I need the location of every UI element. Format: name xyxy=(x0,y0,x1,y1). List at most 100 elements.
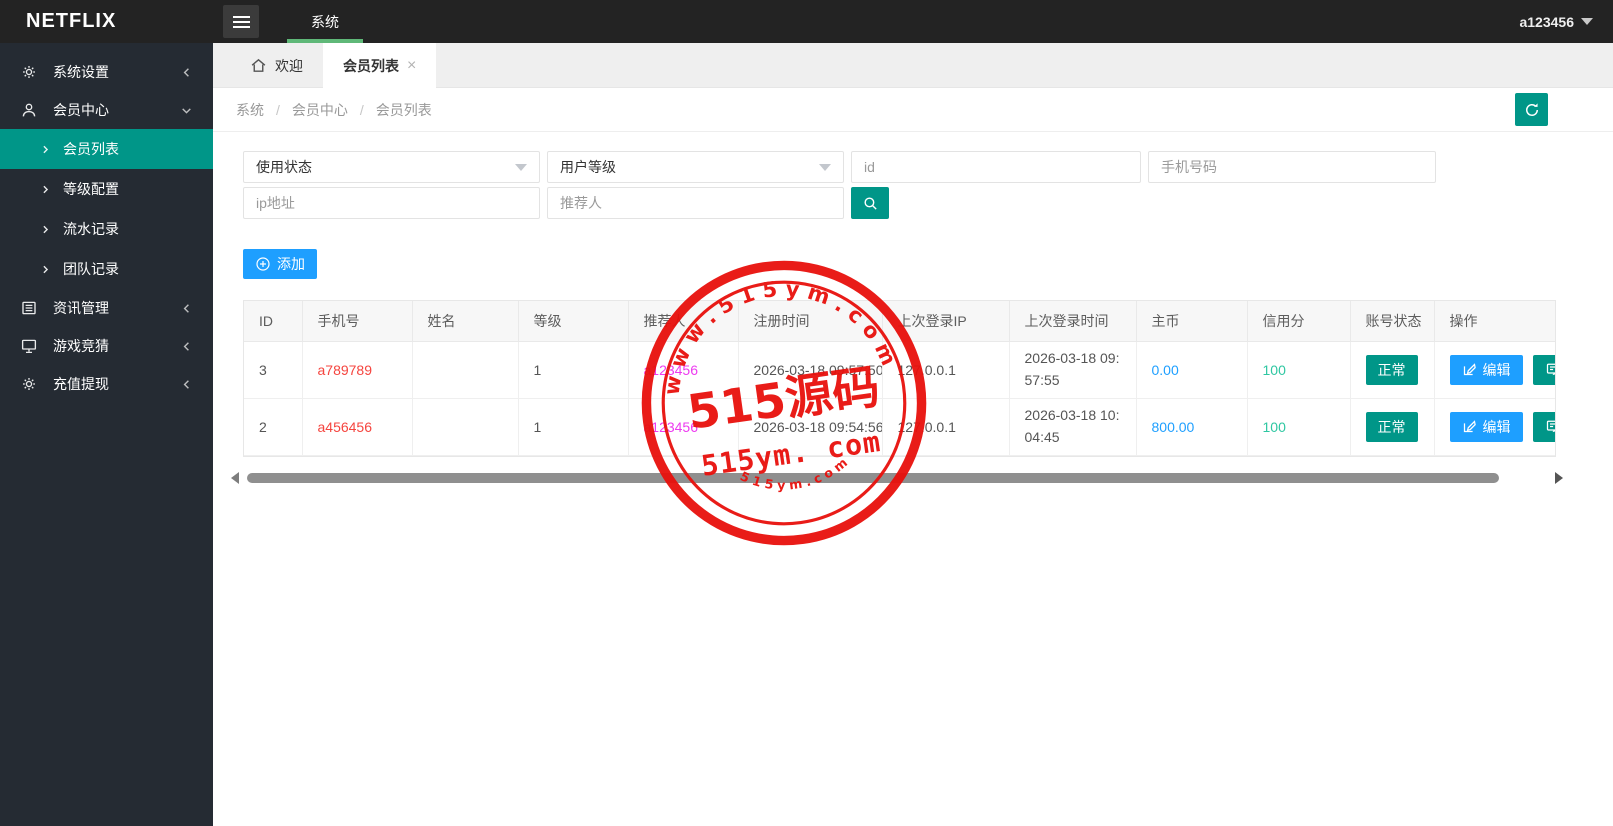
cell-id: 3 xyxy=(244,341,303,399)
sidebar-subitem-level-config[interactable]: 等级配置 xyxy=(0,169,213,209)
scrollbar-track[interactable] xyxy=(245,472,1549,483)
col-header-coin: 主币 xyxy=(1136,301,1248,342)
add-button[interactable]: 添加 xyxy=(243,249,317,279)
sidebar-subitem-label: 等级配置 xyxy=(63,181,119,197)
close-icon[interactable]: × xyxy=(407,57,416,75)
cell-referrer: a123456 xyxy=(628,341,739,399)
refresh-button[interactable] xyxy=(1515,93,1548,126)
tab-member-list[interactable]: 会员列表 × xyxy=(323,43,437,88)
sidebar-item-label: 充值提现 xyxy=(53,376,109,392)
edit-icon xyxy=(1463,420,1476,433)
tab-label: 会员列表 xyxy=(343,57,399,74)
topnav-item-system[interactable]: 系统 xyxy=(283,0,367,43)
scroll-right-arrow-icon[interactable] xyxy=(1555,471,1563,484)
scroll-left-arrow-icon[interactable] xyxy=(231,471,239,484)
col-header-reg-time: 注册时间 xyxy=(738,301,883,342)
cell-actions: 编辑 详情 xyxy=(1434,341,1555,399)
app-logo: NETFLIX xyxy=(26,10,117,32)
status-select-value: 使用状态 xyxy=(256,159,312,175)
cell-actions: 编辑 详情 xyxy=(1434,398,1555,456)
document-icon xyxy=(1546,363,1555,376)
breadcrumb-separator: / xyxy=(359,101,364,118)
member-table: ID 手机号 姓名 等级 推荐人 注册时间 上次登录IP 上次登录时间 主币 信… xyxy=(244,301,1555,456)
col-header-last-time: 上次登录时间 xyxy=(1009,301,1137,342)
main-area: 欢迎 会员列表 × 系统 / 会员中心 / 会员列表 使用状态 用户等级 id … xyxy=(213,43,1613,826)
cell-id: 2 xyxy=(244,398,303,456)
user-menu[interactable]: a123456 xyxy=(1519,14,1593,30)
cell-last-ip: 127.0.0.1 xyxy=(882,398,1010,456)
col-header-credit: 信用分 xyxy=(1247,301,1351,342)
id-input[interactable] xyxy=(851,151,1141,183)
cell-credit: 100 xyxy=(1247,341,1351,399)
cell-name xyxy=(412,398,519,456)
tab-welcome[interactable]: 欢迎 xyxy=(230,43,323,88)
member-table-wrapper: ID 手机号 姓名 等级 推荐人 注册时间 上次登录IP 上次登录时间 主币 信… xyxy=(243,300,1556,457)
document-icon xyxy=(1546,420,1555,433)
ip-input[interactable] xyxy=(243,187,540,219)
phone-input[interactable] xyxy=(1148,151,1436,183)
topbar: NETFLIX 系统 a123456 xyxy=(0,0,1613,43)
cell-reg-time: 2026-03-18 09:57:50 xyxy=(738,341,883,399)
chevron-left-icon xyxy=(183,341,189,351)
horizontal-scrollbar xyxy=(231,471,1563,484)
chevron-left-icon xyxy=(183,379,189,389)
filter-row-2 xyxy=(243,187,1613,219)
sidebar: 系统设置 会员中心 会员列表 等级配置 流水记录 团队记录 资讯管理 游戏竞猜 … xyxy=(0,43,213,826)
sidebar-item-label: 游戏竞猜 xyxy=(53,338,109,354)
cell-status: 正常 xyxy=(1350,341,1435,399)
edit-icon xyxy=(1463,363,1476,376)
edit-button[interactable]: 编辑 xyxy=(1449,354,1523,385)
cell-name xyxy=(412,341,519,399)
col-header-actions: 操作 xyxy=(1434,301,1555,342)
sidebar-subitem-team-records[interactable]: 团队记录 xyxy=(0,249,213,289)
col-header-id: ID xyxy=(244,301,303,342)
edit-button-label: 编辑 xyxy=(1482,418,1511,435)
cell-level: 1 xyxy=(518,341,629,399)
status-normal-button[interactable]: 正常 xyxy=(1365,354,1418,385)
chevron-right-icon xyxy=(43,185,49,193)
cell-reg-time: 2026-03-18 09:54:56 xyxy=(738,398,883,456)
chevron-right-icon xyxy=(43,225,49,233)
sidebar-subitem-member-list[interactable]: 会员列表 xyxy=(0,129,213,169)
cell-referrer: a123456 xyxy=(628,398,739,456)
col-header-name: 姓名 xyxy=(412,301,519,342)
level-select-value: 用户等级 xyxy=(560,159,616,175)
gear-icon xyxy=(23,66,35,78)
sidebar-item-game-guess[interactable]: 游戏竞猜 xyxy=(0,327,213,365)
breadcrumb: 系统 / 会员中心 / 会员列表 xyxy=(236,100,432,120)
status-select[interactable]: 使用状态 xyxy=(243,151,540,183)
sidebar-subitem-flow-records[interactable]: 流水记录 xyxy=(0,209,213,249)
refresh-icon xyxy=(1525,102,1538,116)
chevron-left-icon xyxy=(183,67,189,77)
breadcrumb-item-member-list: 会员列表 xyxy=(375,101,432,118)
search-button[interactable] xyxy=(851,187,889,219)
news-icon xyxy=(22,301,36,315)
level-select[interactable]: 用户等级 xyxy=(547,151,844,183)
filter-row-1: 使用状态 用户等级 xyxy=(243,151,1613,183)
sidebar-item-news-management[interactable]: 资讯管理 xyxy=(0,289,213,327)
sidebar-item-label: 资讯管理 xyxy=(53,300,109,316)
col-header-level: 等级 xyxy=(518,301,629,342)
detail-button[interactable]: 详情 xyxy=(1532,354,1555,385)
gear-icon xyxy=(23,378,35,390)
monitor-icon xyxy=(21,339,37,354)
sidebar-subitem-label: 会员列表 xyxy=(63,141,119,157)
scrollbar-thumb[interactable] xyxy=(247,472,1499,483)
sidebar-item-recharge-withdraw[interactable]: 充值提现 xyxy=(0,365,213,403)
user-icon xyxy=(22,103,36,117)
cell-phone: a456456 xyxy=(302,398,413,456)
detail-button[interactable]: 详情 xyxy=(1532,411,1555,442)
cell-phone: a789789 xyxy=(302,341,413,399)
cell-last-time: 2026-03-18 10:04:45 xyxy=(1009,398,1137,456)
sidebar-item-member-center[interactable]: 会员中心 xyxy=(0,91,213,129)
referrer-input[interactable] xyxy=(547,187,844,219)
chevron-down-icon xyxy=(819,163,831,171)
sidebar-item-system-settings[interactable]: 系统设置 xyxy=(0,53,213,91)
breadcrumb-item-member-center: 会员中心 xyxy=(291,101,348,118)
status-normal-button[interactable]: 正常 xyxy=(1365,411,1418,442)
hamburger-menu-icon[interactable] xyxy=(223,5,259,38)
edit-button[interactable]: 编辑 xyxy=(1449,411,1523,442)
table-row: 3 a789789 1 a123456 2026-03-18 09:57:50 … xyxy=(244,341,1555,399)
cell-last-time: 2026-03-18 09:57:55 xyxy=(1009,341,1137,399)
chevron-down-icon xyxy=(182,107,191,114)
